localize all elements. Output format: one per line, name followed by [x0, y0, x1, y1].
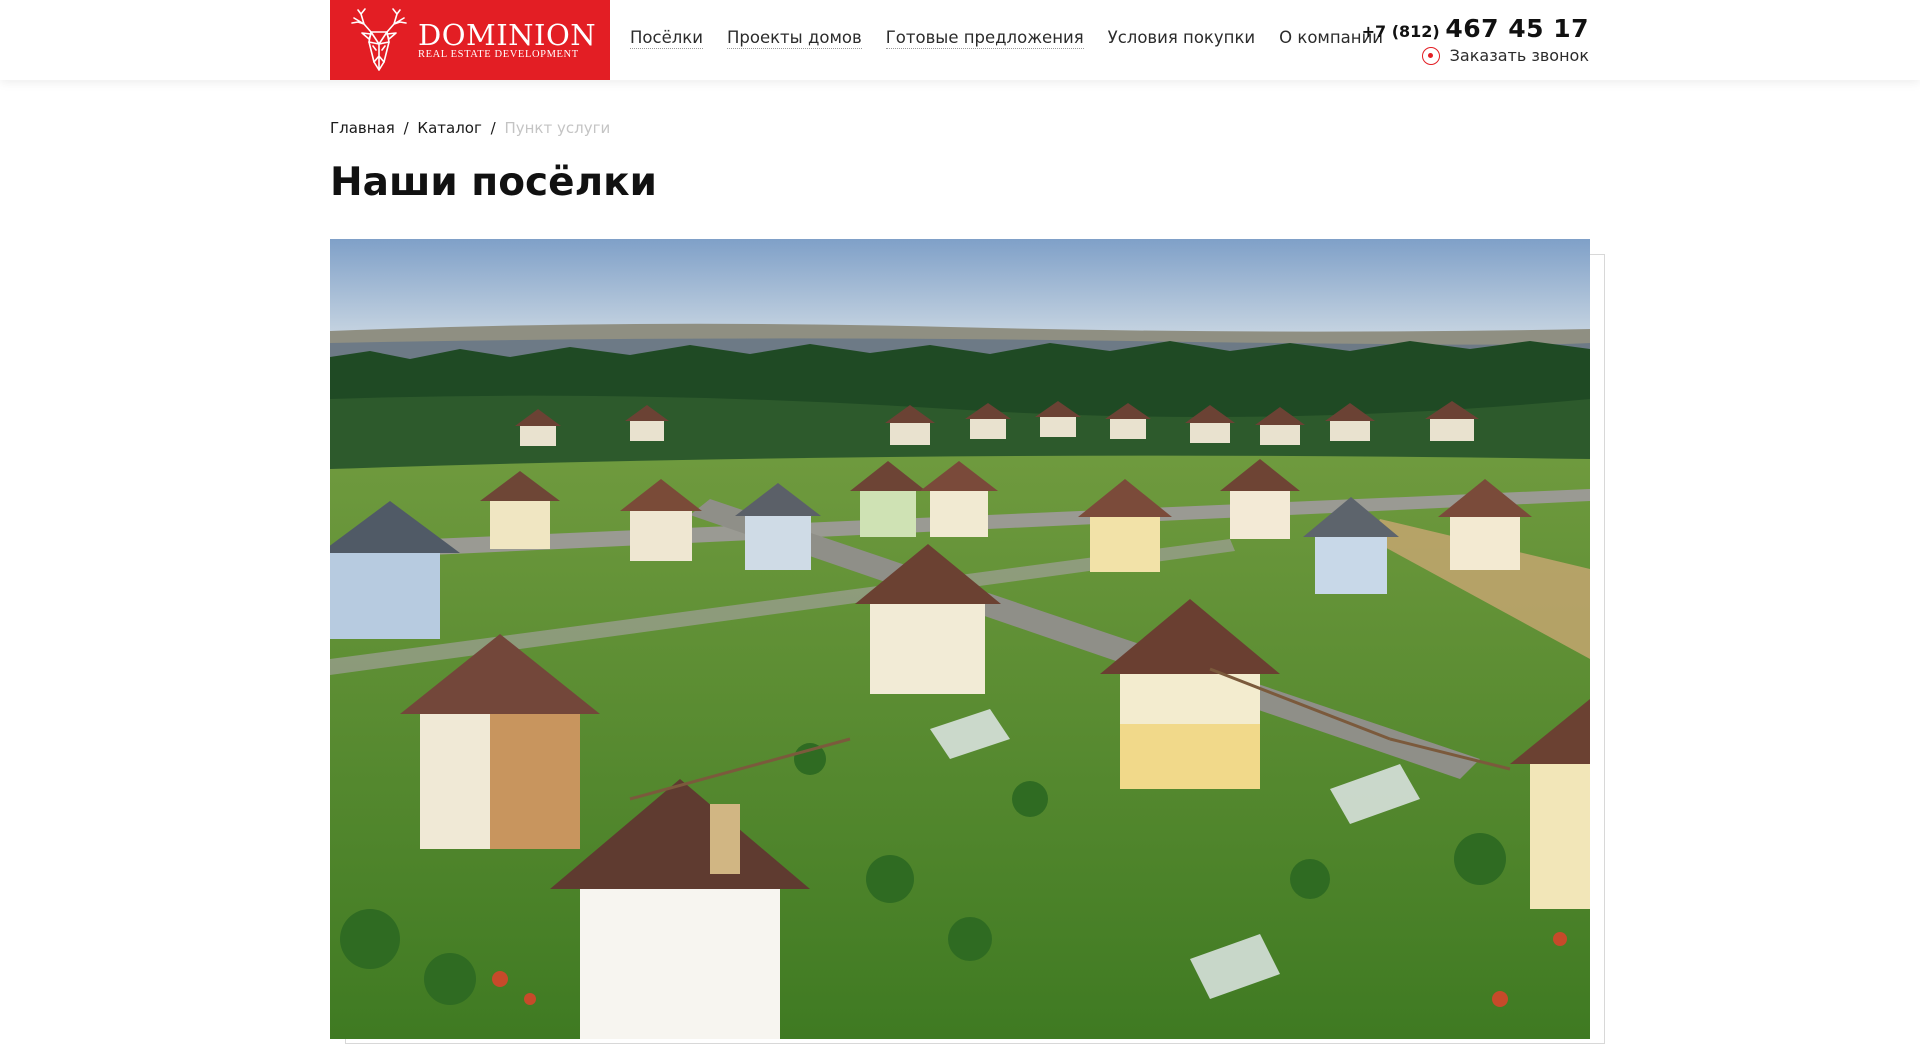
phone-main: 467 45 17	[1445, 14, 1589, 43]
breadcrumb-catalog[interactable]: Каталог	[417, 119, 481, 137]
breadcrumb-separator: /	[490, 119, 496, 137]
aerial-village-photo	[330, 239, 1590, 1039]
phone-code: +7 (812)	[1361, 22, 1440, 41]
callback-button[interactable]: Заказать звонок	[1421, 46, 1589, 65]
nav-item-purchase-terms[interactable]: Условия покупки	[1108, 28, 1255, 49]
breadcrumb-separator: /	[403, 119, 409, 137]
hero-image	[330, 239, 1590, 1039]
breadcrumb-current: Пункт услуги	[504, 119, 611, 137]
callback-label: Заказать звонок	[1449, 46, 1589, 65]
phone-ring-icon	[1421, 46, 1440, 65]
breadcrumb: Главная / Каталог / Пункт услуги	[330, 119, 610, 137]
nav-item-house-projects[interactable]: Проекты домов	[726, 28, 862, 49]
site-header: DOMINION REAL ESTATE DEVELOPMENT Посёлки…	[0, 0, 1920, 80]
page-title: Наши посёлки	[330, 160, 657, 205]
logo[interactable]: DOMINION REAL ESTATE DEVELOPMENT	[330, 0, 610, 80]
logo-name: DOMINION	[418, 18, 597, 52]
deer-head-icon	[351, 8, 407, 71]
main-nav: Посёлки Проекты домов Готовые предложени…	[630, 28, 1383, 49]
nav-item-ready-offers[interactable]: Готовые предложения	[885, 28, 1084, 49]
phone-number[interactable]: +7 (812) 467 45 17	[1362, 14, 1589, 43]
nav-item-villages[interactable]: Посёлки	[630, 28, 703, 49]
breadcrumb-home[interactable]: Главная	[330, 119, 395, 137]
logo-subtitle: REAL ESTATE DEVELOPMENT	[418, 49, 579, 60]
